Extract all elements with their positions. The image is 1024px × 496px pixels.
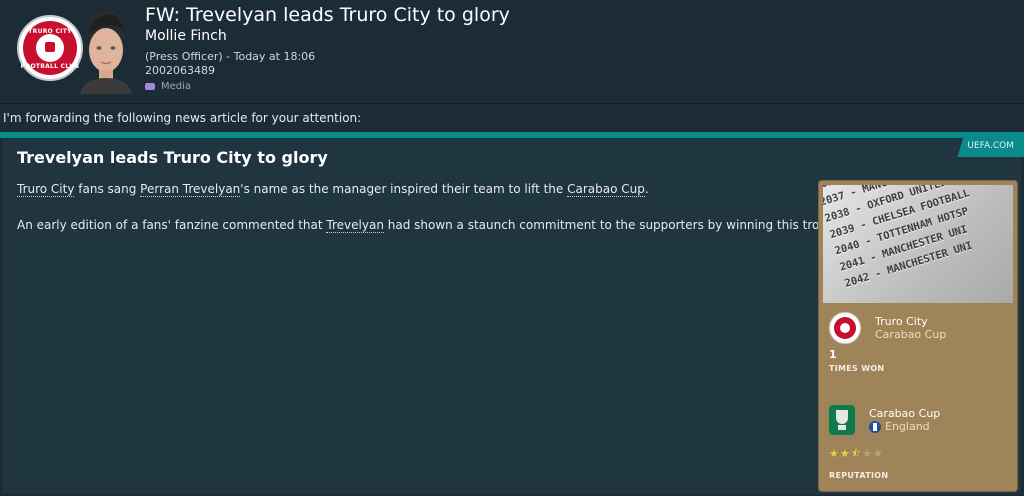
star-icon: ★ [839,447,851,460]
p1-text-3: . [644,182,649,196]
competition-name[interactable]: Carabao Cup [869,407,940,420]
media-tag-label: Media [161,81,192,92]
sender-role-time: (Press Officer) - Today at 18:06 [145,50,316,63]
sender-name[interactable]: Mollie Finch [145,28,227,44]
competition-row[interactable]: Carabao Cup England [829,405,940,435]
times-won-label: TIMES WON [829,364,885,373]
club-name[interactable]: Truro City [875,315,946,328]
article-title: Trevelyan leads Truro City to glory [17,148,328,167]
reputation-stars: ★★⯪★★ [829,445,884,464]
club-row[interactable]: Truro City Carabao Cup [829,312,946,344]
times-won-value: 1 [829,348,837,361]
star-icon: ⯪ [850,447,863,460]
message-header: TRURO CITY FOOTBALL CLUB FW: Trevelyan l… [0,0,1024,103]
article-paragraph-1: Truro City fans sang Perran Trevelyan's … [17,182,649,197]
carabao-cup-icon [829,405,855,435]
media-tag-icon [145,83,155,90]
sender-avatar[interactable] [74,6,136,94]
p1-text-2: 's name as the manager inspired their te… [240,182,568,196]
header-divider [0,103,1024,104]
england-flag-icon [869,420,881,433]
news-article: Trevelyan leads Truro City to glory Trur… [3,138,1021,494]
message-title: FW: Trevelyan leads Truro City to glory [145,4,510,26]
star-icon: ★ [873,447,884,460]
source-tab[interactable]: UEFA.COM [957,135,1024,157]
message-id: 2002063489 [145,64,215,77]
club-link[interactable]: Truro City [17,182,75,197]
trophy-engraving-image: 2036 - CHELSEA 2037 - MANCHESTER CI 2038… [823,185,1013,303]
forward-intro: I'm forwarding the following news articl… [3,111,362,125]
p2-text-1: An early edition of a fans' fanzine comm… [17,218,327,232]
person-link[interactable]: Perran Trevelyan [140,182,241,197]
competition-link[interactable]: Carabao Cup [567,182,645,197]
reputation-label: REPUTATION [829,471,889,480]
badge-emblem [45,42,55,52]
badge-top-text: TRURO CITY [28,28,72,35]
trophy-card: 2036 - CHELSEA 2037 - MANCHESTER CI 2038… [819,181,1017,491]
p1-text-1: fans sang [74,182,141,196]
star-icon: ★ [829,447,840,460]
p2-text-2: had shown a staunch commitment to the su… [383,218,844,232]
star-icon: ★ [862,447,874,460]
country-name: England [885,420,930,433]
engraving-list: 2036 - CHELSEA 2037 - MANCHESTER CI 2038… [823,185,987,293]
person-link-2[interactable]: Trevelyan [326,218,384,233]
club-competition: Carabao Cup [875,328,947,341]
media-tag: Media [145,81,191,92]
club-crest-icon [829,312,861,344]
article-paragraph-2: An early edition of a fans' fanzine comm… [17,218,844,233]
badge-bottom-text: FOOTBALL CLUB [20,63,80,70]
competition-country[interactable]: England [869,420,940,433]
